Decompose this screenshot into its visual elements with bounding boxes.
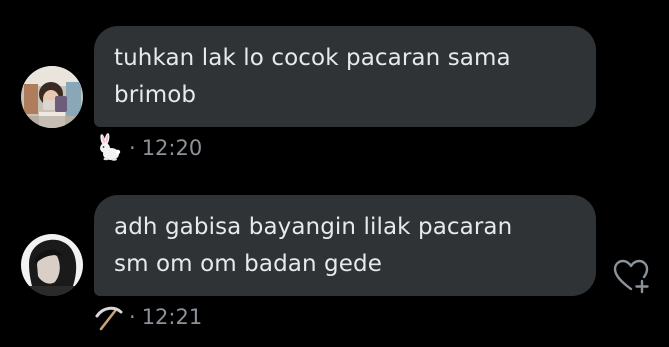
avatar-photo-1 [21, 66, 83, 128]
message-meta: · 12:20 [93, 133, 202, 163]
message-time: 12:20 [141, 136, 203, 160]
message-meta: · 12:21 [93, 302, 202, 332]
meta-separator: · [129, 305, 136, 329]
sender-avatar[interactable] [21, 66, 83, 128]
rabbit-icon[interactable] [93, 133, 123, 163]
pick-icon[interactable] [93, 302, 123, 332]
avatar-photo-2 [21, 234, 83, 296]
message-bubble[interactable]: adh gabisa bayangin lilak pacaran sm om … [94, 195, 596, 296]
message-time: 12:21 [141, 305, 203, 329]
message-bubble[interactable]: tuhkan lak lo cocok pacaran sama brimob [94, 26, 596, 127]
add-reaction-button[interactable] [612, 258, 652, 294]
heart-plus-icon [613, 259, 649, 294]
sender-avatar[interactable] [21, 234, 83, 296]
meta-separator: · [129, 136, 136, 160]
